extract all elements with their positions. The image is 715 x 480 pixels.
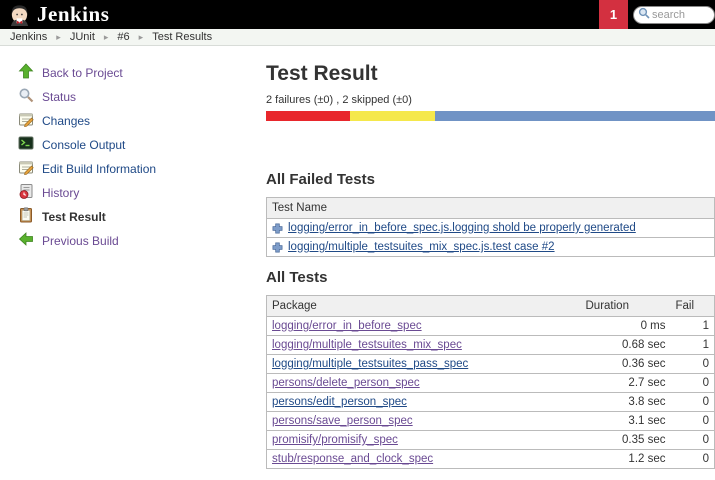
sidebar-item-label: Previous Build bbox=[42, 234, 119, 248]
breadcrumb: Jenkins ▸ JUnit ▸ #6 ▸ Test Results bbox=[0, 29, 715, 46]
sidebar-item-test-result[interactable]: Test Result bbox=[18, 205, 250, 229]
column-header-test-name[interactable]: Test Name bbox=[267, 198, 715, 219]
table-row: persons/delete_person_spec 2.7 sec 0 bbox=[267, 374, 715, 393]
failed-tests-heading: All Failed Tests bbox=[266, 171, 715, 188]
alert-count-badge[interactable]: 1 bbox=[599, 0, 628, 29]
duration-cell: 3.8 sec bbox=[581, 393, 671, 412]
sidebar-item-label: Changes bbox=[42, 114, 90, 128]
sidebar-item-history[interactable]: History bbox=[18, 181, 250, 205]
sidebar-item-label: Edit Build Information bbox=[42, 162, 156, 176]
package-link[interactable]: logging/error_in_before_spec bbox=[272, 320, 422, 332]
sidebar: Back to Project Status Ch bbox=[0, 46, 250, 469]
sidebar-item-label: Test Result bbox=[42, 210, 106, 224]
package-link[interactable]: persons/delete_person_spec bbox=[272, 377, 420, 389]
failed-test-row: logging/multiple_testsuites_mix_spec.js.… bbox=[267, 238, 715, 257]
magnifier-icon bbox=[18, 87, 34, 108]
left-arrow-icon bbox=[18, 231, 34, 252]
top-header: Jenkins 1 bbox=[0, 0, 715, 29]
notepad-pencil-icon bbox=[18, 159, 34, 180]
failed-test-link[interactable]: logging/error_in_before_spec.js.logging … bbox=[288, 222, 636, 234]
sidebar-item-previous-build[interactable]: Previous Build bbox=[18, 229, 250, 253]
expand-plus-icon[interactable] bbox=[272, 223, 283, 234]
package-link[interactable]: logging/multiple_testsuites_pass_spec bbox=[272, 358, 468, 370]
breadcrumb-item-junit[interactable]: JUnit bbox=[70, 31, 95, 43]
table-row: stub/response_and_clock_spec 1.2 sec 0 bbox=[267, 450, 715, 469]
table-row: persons/edit_person_spec 3.8 sec 0 bbox=[267, 393, 715, 412]
sidebar-item-status[interactable]: Status bbox=[18, 85, 250, 109]
chevron-right-icon: ▸ bbox=[56, 32, 61, 43]
test-result-bar bbox=[266, 111, 715, 121]
failed-bar-segment bbox=[266, 111, 350, 121]
jenkins-home-link[interactable]: Jenkins bbox=[0, 2, 109, 27]
fail-count-cell: 0 bbox=[671, 412, 715, 431]
duration-cell: 2.7 sec bbox=[581, 374, 671, 393]
fail-count-cell: 1 bbox=[671, 317, 715, 336]
chevron-right-icon: ▸ bbox=[104, 32, 109, 43]
duration-cell: 0.68 sec bbox=[581, 336, 671, 355]
package-link[interactable]: promisify/promisify_spec bbox=[272, 434, 398, 446]
test-summary: 2 failures (±0) , 2 skipped (±0) bbox=[266, 94, 715, 106]
clipboard-icon bbox=[18, 207, 34, 228]
failed-tests-table: Test Name logging/error_in_before_spec.j… bbox=[266, 197, 715, 257]
search-icon bbox=[638, 6, 652, 24]
app-title: Jenkins bbox=[37, 2, 109, 27]
table-row: logging/multiple_testsuites_pass_spec 0.… bbox=[267, 355, 715, 374]
duration-cell: 1.2 sec bbox=[581, 450, 671, 469]
fail-count-cell: 0 bbox=[671, 393, 715, 412]
fail-count-cell: 1 bbox=[671, 336, 715, 355]
chevron-right-icon: ▸ bbox=[139, 32, 144, 43]
sidebar-item-label: Back to Project bbox=[42, 66, 123, 80]
table-row: promisify/promisify_spec 0.35 sec 0 bbox=[267, 431, 715, 450]
search-input[interactable] bbox=[652, 9, 710, 21]
package-link[interactable]: logging/multiple_testsuites_mix_spec bbox=[272, 339, 462, 351]
sidebar-item-label: History bbox=[42, 186, 79, 200]
duration-cell: 0.36 sec bbox=[581, 355, 671, 374]
table-row: logging/error_in_before_spec 0 ms 1 bbox=[267, 317, 715, 336]
breadcrumb-item-build[interactable]: #6 bbox=[117, 31, 129, 43]
all-tests-heading: All Tests bbox=[266, 269, 715, 286]
table-row: persons/save_person_spec 3.1 sec 0 bbox=[267, 412, 715, 431]
column-header-fail[interactable]: Fail bbox=[671, 296, 715, 317]
breadcrumb-item-jenkins[interactable]: Jenkins bbox=[10, 31, 47, 43]
sidebar-item-console-output[interactable]: Console Output bbox=[18, 133, 250, 157]
column-header-duration[interactable]: Duration bbox=[581, 296, 671, 317]
sidebar-item-changes[interactable]: Changes bbox=[18, 109, 250, 133]
failed-test-link[interactable]: logging/multiple_testsuites_mix_spec.js.… bbox=[288, 241, 555, 253]
main-content: Test Result 2 failures (±0) , 2 skipped … bbox=[250, 46, 715, 469]
duration-cell: 0.35 sec bbox=[581, 431, 671, 450]
package-link[interactable]: stub/response_and_clock_spec bbox=[272, 453, 433, 465]
jenkins-butler-logo-icon bbox=[8, 3, 31, 26]
fail-count-cell: 0 bbox=[671, 431, 715, 450]
package-link[interactable]: persons/edit_person_spec bbox=[272, 396, 407, 408]
notepad-pencil-icon bbox=[18, 111, 34, 132]
sidebar-item-edit-build-information[interactable]: Edit Build Information bbox=[18, 157, 250, 181]
package-link[interactable]: persons/save_person_spec bbox=[272, 415, 413, 427]
expand-plus-icon[interactable] bbox=[272, 242, 283, 253]
page-title: Test Result bbox=[266, 62, 715, 85]
search-box bbox=[633, 6, 715, 24]
skipped-bar-segment bbox=[350, 111, 435, 121]
table-row: logging/multiple_testsuites_mix_spec 0.6… bbox=[267, 336, 715, 355]
sidebar-item-label: Status bbox=[42, 90, 76, 104]
column-header-package[interactable]: Package bbox=[267, 296, 581, 317]
sidebar-item-back-to-project[interactable]: Back to Project bbox=[18, 61, 250, 85]
fail-count-cell: 0 bbox=[671, 374, 715, 393]
up-arrow-icon bbox=[18, 63, 34, 84]
fail-count-cell: 0 bbox=[671, 355, 715, 374]
failed-test-row: logging/error_in_before_spec.js.logging … bbox=[267, 219, 715, 238]
breadcrumb-item-test-results[interactable]: Test Results bbox=[152, 31, 212, 43]
terminal-icon bbox=[18, 135, 34, 156]
sidebar-item-label: Console Output bbox=[42, 138, 125, 152]
passed-bar-segment bbox=[435, 111, 715, 121]
history-clock-icon bbox=[18, 183, 34, 204]
duration-cell: 3.1 sec bbox=[581, 412, 671, 431]
fail-count-cell: 0 bbox=[671, 450, 715, 469]
all-tests-table: Package Duration Fail logging/error_in_b… bbox=[266, 295, 715, 469]
duration-cell: 0 ms bbox=[581, 317, 671, 336]
